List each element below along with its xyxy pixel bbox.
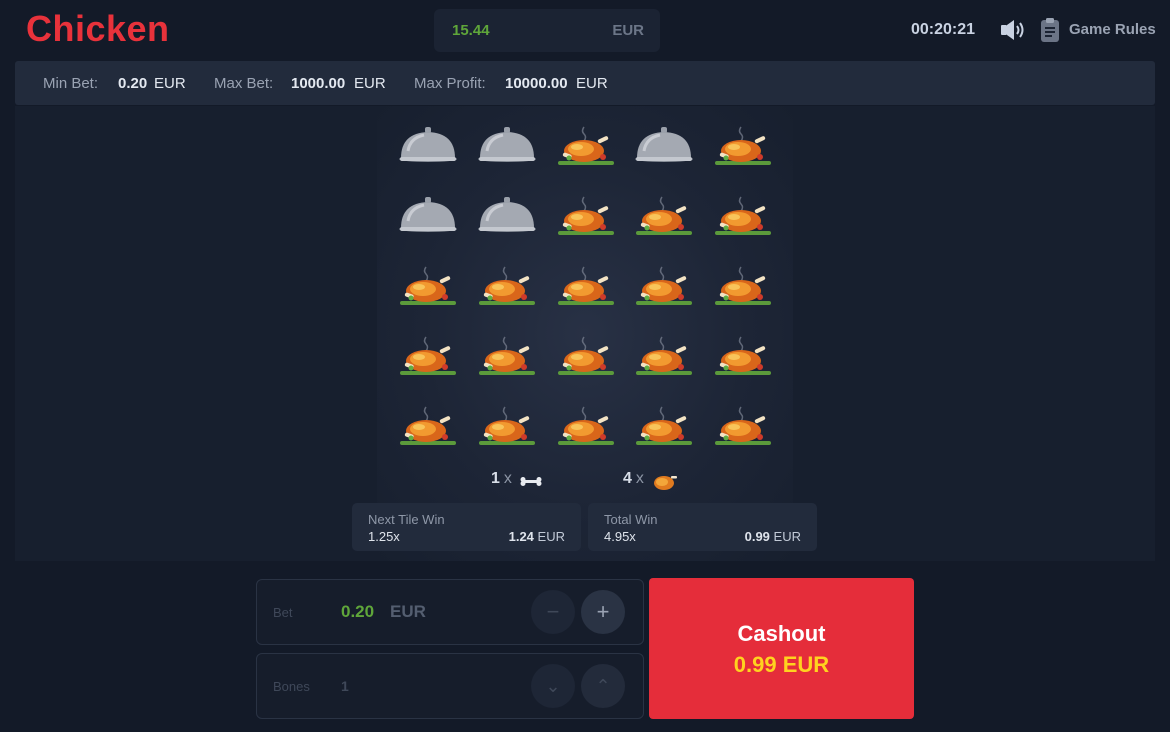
cloche-tile[interactable] [632, 121, 696, 173]
chickens-times: x [635, 470, 644, 487]
chicken-tile [475, 401, 539, 453]
bone-icon [518, 470, 546, 492]
chicken-tile [632, 261, 696, 313]
cloche-tile[interactable] [475, 191, 539, 243]
chickens-counter: 4x [623, 470, 648, 488]
total-win-panel: Total Win 4.95x 0.99 EUR [588, 503, 817, 551]
max-bet-label: Max Bet: [214, 75, 274, 92]
bones-value[interactable]: 1 [341, 678, 349, 694]
chicken-tile [554, 331, 618, 383]
max-bet-currency: EUR [354, 75, 386, 92]
cashout-button[interactable]: Cashout 0.99 EUR [649, 578, 914, 719]
bet-label: Bet [273, 605, 293, 620]
chicken-tile [396, 261, 460, 313]
max-profit-label: Max Profit: [414, 75, 486, 92]
max-profit-value: 10000.00 [505, 75, 568, 92]
total-win-amount-wrap: 0.99 EUR [745, 529, 801, 544]
chicken-tile [711, 191, 775, 243]
bones-times: x [503, 470, 512, 487]
sound-icon[interactable] [998, 18, 1026, 42]
chicken-tile [711, 401, 775, 453]
chicken-tile [711, 331, 775, 383]
chicken-tile [475, 261, 539, 313]
bet-increase-button[interactable]: + [581, 590, 625, 634]
chicken-tile [554, 191, 618, 243]
next-tile-amount: 1.24 [508, 529, 534, 544]
chicken-tile [554, 261, 618, 313]
bet-limits-bar: Min Bet: 0.20 EUR Max Bet: 1000.00 EUR M… [15, 61, 1155, 105]
chicken-tile [475, 331, 539, 383]
next-tile-currency: EUR [537, 529, 565, 544]
min-bet-currency: EUR [154, 75, 186, 92]
bet-decrease-button[interactable]: − [531, 590, 575, 634]
chicken-tile [632, 401, 696, 453]
bones-count: 1 [491, 470, 500, 487]
bones-decrease-button[interactable]: ⌄ [531, 664, 575, 708]
chicken-tile [396, 401, 460, 453]
bet-currency: EUR [390, 602, 426, 621]
next-tile-title: Next Tile Win [368, 512, 445, 527]
game-logo: Chicken [26, 8, 170, 49]
min-bet-value: 0.20 [118, 75, 148, 92]
bones-counter: 1x [491, 470, 516, 488]
max-profit-currency: EUR [576, 75, 608, 92]
chicken-icon [651, 470, 679, 492]
game-rules-link[interactable]: Game Rules [1069, 21, 1156, 38]
next-tile-multiplier: 1.25x [368, 529, 400, 544]
session-timer: 00:20:21 [911, 21, 976, 38]
chicken-tile [632, 331, 696, 383]
cashout-amount: 0.99 [733, 652, 777, 677]
chicken-tile [711, 261, 775, 313]
bet-value[interactable]: 0.20 [341, 602, 374, 622]
bones-increase-button[interactable]: ⌃ [581, 664, 625, 708]
cashout-label: Cashout [737, 621, 826, 646]
cashout-currency: EUR [782, 652, 830, 677]
next-tile-amount-wrap: 1.24 EUR [509, 529, 565, 544]
bones-control: Bones 1 ⌄ ⌃ [256, 653, 644, 719]
bet-control: Bet 0.20 EUR − + [256, 579, 644, 645]
balance-amount: 15.44 [452, 22, 490, 39]
cloche-tile[interactable] [475, 121, 539, 173]
top-bar: Chicken 15.44 EUR 00:20:21 Game Rules [0, 0, 1170, 60]
chicken-tile [396, 331, 460, 383]
chicken-tile [711, 121, 775, 173]
cloche-tile[interactable] [396, 121, 460, 173]
balance-display: 15.44 EUR [434, 9, 660, 52]
max-bet-value: 1000.00 [291, 75, 346, 92]
chicken-tile [554, 401, 618, 453]
bones-label: Bones [273, 679, 310, 694]
cashout-amount-line: 0.99 EUR [649, 652, 914, 678]
next-tile-win-panel: Next Tile Win 1.25x 1.24 EUR [352, 503, 581, 551]
chicken-tile [554, 121, 618, 173]
clipboard-icon[interactable] [1040, 17, 1060, 43]
cloche-tile[interactable] [396, 191, 460, 243]
total-win-multiplier: 4.95x [604, 529, 636, 544]
total-win-title: Total Win [604, 512, 658, 527]
chickens-count: 4 [623, 470, 632, 487]
chicken-tile [632, 191, 696, 243]
balance-currency: EUR [612, 22, 644, 39]
total-win-currency: EUR [773, 529, 801, 544]
min-bet-label: Min Bet: [43, 75, 99, 92]
total-win-amount: 0.99 [744, 529, 770, 544]
